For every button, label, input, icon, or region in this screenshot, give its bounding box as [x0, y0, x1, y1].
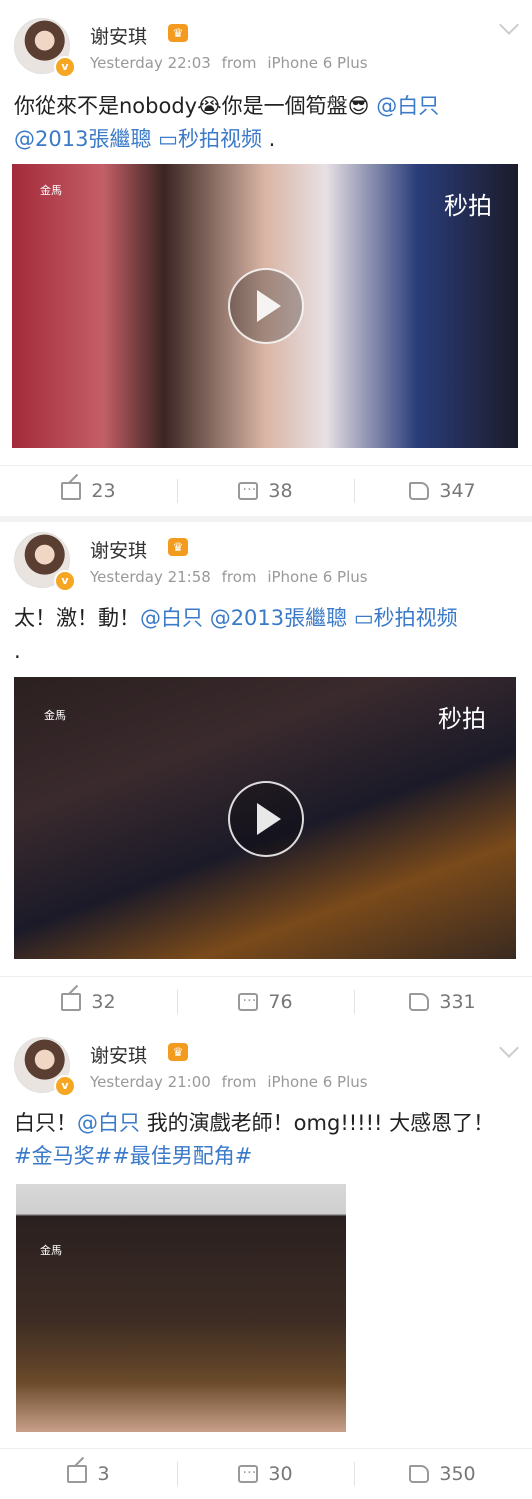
text-segment: 我的演戲老師！omg!!!!! 大感恩了！: [146, 1111, 495, 1135]
sunglasses-emoji-icon: 😎: [347, 94, 370, 118]
miaopai-watermark: 秒拍: [444, 192, 492, 220]
weibo-post-2: v 谢安琪 ♛ Yesterday 21:58 from iPhone 6 Pl…: [0, 522, 532, 1027]
post-time: Yesterday 22:03: [90, 54, 211, 72]
comment-button[interactable]: 30: [177, 1449, 354, 1499]
like-button[interactable]: 331: [354, 977, 531, 1027]
text-end: .: [268, 127, 276, 151]
like-button[interactable]: 347: [354, 466, 531, 516]
action-bar: 23 38 347: [0, 465, 532, 516]
comment-count: 38: [268, 480, 293, 502]
video-thumbnail[interactable]: 金馬 秒拍: [12, 164, 518, 448]
post-source: iPhone 6 Plus: [267, 1073, 368, 1091]
share-icon: [61, 482, 82, 500]
action-bar: 32 76 331: [0, 976, 532, 1027]
text-end: .: [14, 639, 21, 663]
chevron-down-icon[interactable]: [499, 15, 519, 35]
author-name[interactable]: 谢安琪: [90, 22, 147, 49]
comment-button[interactable]: 38: [177, 466, 354, 516]
video-thumbnail[interactable]: 金馬 秒拍: [14, 677, 516, 959]
verified-badge-icon: v: [54, 56, 76, 78]
post-meta: Yesterday 22:03 from iPhone 6 Plus: [90, 54, 374, 72]
share-count: 23: [91, 480, 116, 502]
video-link[interactable]: ▭秒拍视频: [354, 606, 458, 630]
share-button[interactable]: 23: [0, 466, 177, 516]
from-label: from: [221, 54, 257, 72]
post-text: 白只！@白只 我的演戲老師！omg!!!!! 大感恩了！ #金马奖##最佳男配角…: [14, 1107, 518, 1173]
text-segment: 你從來不是nobody: [14, 94, 198, 118]
text-segment: 太！激！動！: [14, 606, 140, 630]
thumbs-up-icon: [409, 993, 430, 1011]
crying-emoji-icon: 😭: [197, 94, 222, 118]
comment-icon: [238, 989, 259, 1011]
action-bar: 3 30 350: [0, 1448, 532, 1499]
like-count: 350: [439, 1463, 476, 1485]
from-label: from: [221, 568, 257, 586]
post-time: Yesterday 21:58: [90, 568, 211, 586]
like-count: 331: [439, 991, 476, 1013]
post-source: iPhone 6 Plus: [267, 54, 368, 72]
video-link-label: 秒拍视频: [177, 127, 262, 151]
post-source: iPhone 6 Plus: [267, 568, 368, 586]
mention-link[interactable]: @2013張繼聰: [14, 127, 151, 151]
post-meta: Yesterday 21:00 from iPhone 6 Plus: [90, 1073, 374, 1091]
author-name[interactable]: 谢安琪: [90, 536, 147, 563]
channel-logo: 金馬: [44, 709, 66, 722]
mention-link[interactable]: @白只: [140, 606, 203, 630]
play-icon[interactable]: [228, 268, 304, 344]
text-segment: 白只！: [14, 1111, 77, 1135]
from-label: from: [221, 1073, 257, 1091]
hashtag-link[interactable]: #最佳男配角#: [112, 1144, 252, 1168]
comment-count: 30: [268, 1463, 293, 1485]
comment-button[interactable]: 76: [177, 977, 354, 1027]
post-text: 你從來不是nobody😭你是一個筍盤😎 @白只 @2013張繼聰 ▭秒拍视频 .: [14, 90, 518, 156]
share-count: 3: [97, 1463, 110, 1485]
like-count: 347: [439, 480, 476, 502]
play-icon[interactable]: [228, 781, 304, 857]
text-segment: 你是一個筍盤: [221, 94, 348, 118]
video-link-label: 秒拍视频: [373, 606, 458, 630]
weibo-post-3: v 谢安琪 ♛ Yesterday 21:00 from iPhone 6 Pl…: [0, 1027, 532, 1499]
post-meta: Yesterday 21:58 from iPhone 6 Plus: [90, 568, 374, 586]
mention-link[interactable]: @白只: [77, 1111, 140, 1135]
vip-crown-icon: ♛: [168, 24, 188, 42]
share-button[interactable]: 32: [0, 977, 177, 1027]
comment-count: 76: [268, 991, 293, 1013]
hashtag-link[interactable]: #金马奖#: [14, 1144, 112, 1168]
post-photo[interactable]: 金馬: [16, 1184, 346, 1432]
share-icon: [61, 993, 82, 1011]
mention-link[interactable]: @2013張繼聰: [210, 606, 347, 630]
video-link[interactable]: ▭秒拍视频: [158, 127, 262, 151]
verified-badge-icon: v: [54, 570, 76, 592]
comment-icon: [238, 1461, 259, 1483]
share-icon: [67, 1465, 88, 1483]
comment-icon: [238, 478, 259, 500]
channel-logo: 金馬: [40, 184, 62, 197]
mention-link[interactable]: @白只: [376, 94, 439, 118]
post-time: Yesterday 21:00: [90, 1073, 211, 1091]
author-name[interactable]: 谢安琪: [90, 1041, 147, 1068]
chevron-down-icon[interactable]: [499, 1038, 519, 1058]
weibo-post-1: v 谢安琪 ♛ Yesterday 22:03 from iPhone 6 Pl…: [0, 0, 532, 516]
vip-crown-icon: ♛: [168, 1043, 188, 1061]
share-button[interactable]: 3: [0, 1449, 177, 1499]
share-count: 32: [91, 991, 116, 1013]
post-text: 太！激！動！@白只 @2013張繼聰 ▭秒拍视频 .: [14, 602, 518, 668]
thumbs-up-icon: [409, 1465, 430, 1483]
verified-badge-icon: v: [54, 1075, 76, 1097]
like-button[interactable]: 350: [354, 1449, 531, 1499]
miaopai-watermark: 秒拍: [438, 705, 486, 733]
thumbs-up-icon: [409, 482, 430, 500]
vip-crown-icon: ♛: [168, 538, 188, 556]
channel-logo: 金馬: [40, 1244, 62, 1257]
